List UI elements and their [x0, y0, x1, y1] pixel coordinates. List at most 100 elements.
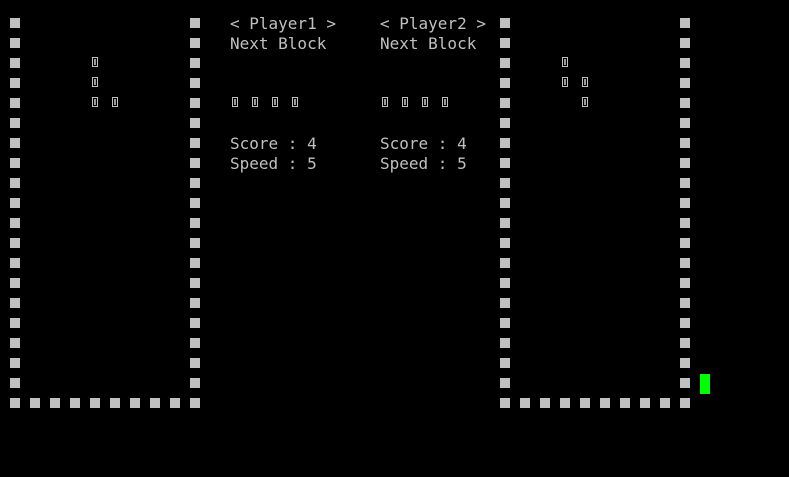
wall-cell — [10, 298, 20, 308]
wall-cell — [10, 318, 20, 328]
wall-cell — [500, 258, 510, 268]
wall-cell — [10, 138, 20, 148]
falling-block — [562, 57, 568, 67]
next-block — [402, 97, 408, 107]
floor-cell — [150, 398, 160, 408]
wall-cell — [500, 238, 510, 248]
wall-cell — [190, 218, 200, 228]
wall-cell — [680, 98, 690, 108]
wall-cell — [10, 198, 20, 208]
wall-cell — [190, 18, 200, 28]
falling-block — [112, 97, 118, 107]
wall-cell — [10, 178, 20, 188]
wall-cell — [680, 258, 690, 268]
wall-cell — [190, 198, 200, 208]
wall-cell — [10, 78, 20, 88]
wall-cell — [500, 338, 510, 348]
player1-next-block-label: Next Block — [230, 34, 327, 53]
wall-cell — [10, 238, 20, 248]
wall-cell — [680, 298, 690, 308]
player2-speed: Speed : 5 — [380, 154, 467, 173]
next-block — [292, 97, 298, 107]
floor-cell — [50, 398, 60, 408]
wall-cell — [500, 218, 510, 228]
next-block — [422, 97, 428, 107]
floor-cell — [500, 398, 510, 408]
wall-cell — [500, 78, 510, 88]
wall-cell — [680, 238, 690, 248]
terminal-cursor — [700, 374, 710, 394]
wall-cell — [680, 78, 690, 88]
wall-cell — [190, 278, 200, 288]
wall-cell — [680, 218, 690, 228]
wall-cell — [680, 338, 690, 348]
next-block — [272, 97, 278, 107]
wall-cell — [190, 358, 200, 368]
wall-cell — [10, 18, 20, 28]
wall-cell — [10, 258, 20, 268]
wall-cell — [500, 38, 510, 48]
wall-cell — [190, 78, 200, 88]
next-block — [382, 97, 388, 107]
wall-cell — [190, 378, 200, 388]
floor-cell — [30, 398, 40, 408]
floor-cell — [130, 398, 140, 408]
wall-cell — [190, 338, 200, 348]
wall-cell — [10, 118, 20, 128]
wall-cell — [10, 358, 20, 368]
wall-cell — [500, 358, 510, 368]
falling-block — [582, 77, 588, 87]
wall-cell — [680, 158, 690, 168]
falling-block — [92, 57, 98, 67]
wall-cell — [680, 118, 690, 128]
floor-cell — [70, 398, 80, 408]
wall-cell — [10, 158, 20, 168]
wall-cell — [500, 98, 510, 108]
floor-cell — [660, 398, 670, 408]
wall-cell — [190, 138, 200, 148]
floor-cell — [580, 398, 590, 408]
wall-cell — [680, 138, 690, 148]
floor-cell — [600, 398, 610, 408]
wall-cell — [680, 38, 690, 48]
falling-block — [92, 77, 98, 87]
wall-cell — [190, 58, 200, 68]
player1-speed: Speed : 5 — [230, 154, 317, 173]
wall-cell — [680, 278, 690, 288]
wall-cell — [500, 278, 510, 288]
console-screen: < Player1 > Next Block Score : 4 Speed :… — [0, 0, 789, 477]
floor-cell — [560, 398, 570, 408]
wall-cell — [500, 198, 510, 208]
floor-cell — [170, 398, 180, 408]
wall-cell — [680, 18, 690, 28]
floor-cell — [10, 398, 20, 408]
floor-cell — [520, 398, 530, 408]
wall-cell — [190, 258, 200, 268]
wall-cell — [10, 38, 20, 48]
wall-cell — [10, 338, 20, 348]
wall-cell — [500, 118, 510, 128]
floor-cell — [190, 398, 200, 408]
next-block — [232, 97, 238, 107]
wall-cell — [680, 198, 690, 208]
wall-cell — [500, 318, 510, 328]
wall-cell — [680, 378, 690, 388]
wall-cell — [190, 238, 200, 248]
wall-cell — [10, 218, 20, 228]
falling-block — [562, 77, 568, 87]
player2-header: < Player2 > — [380, 14, 486, 33]
wall-cell — [190, 98, 200, 108]
next-block — [442, 97, 448, 107]
wall-cell — [680, 178, 690, 188]
player2-score: Score : 4 — [380, 134, 467, 153]
player1-score: Score : 4 — [230, 134, 317, 153]
player2-next-block-label: Next Block — [380, 34, 477, 53]
wall-cell — [500, 18, 510, 28]
wall-cell — [10, 98, 20, 108]
wall-cell — [680, 318, 690, 328]
wall-cell — [500, 178, 510, 188]
floor-cell — [540, 398, 550, 408]
wall-cell — [10, 378, 20, 388]
wall-cell — [10, 278, 20, 288]
next-block — [252, 97, 258, 107]
